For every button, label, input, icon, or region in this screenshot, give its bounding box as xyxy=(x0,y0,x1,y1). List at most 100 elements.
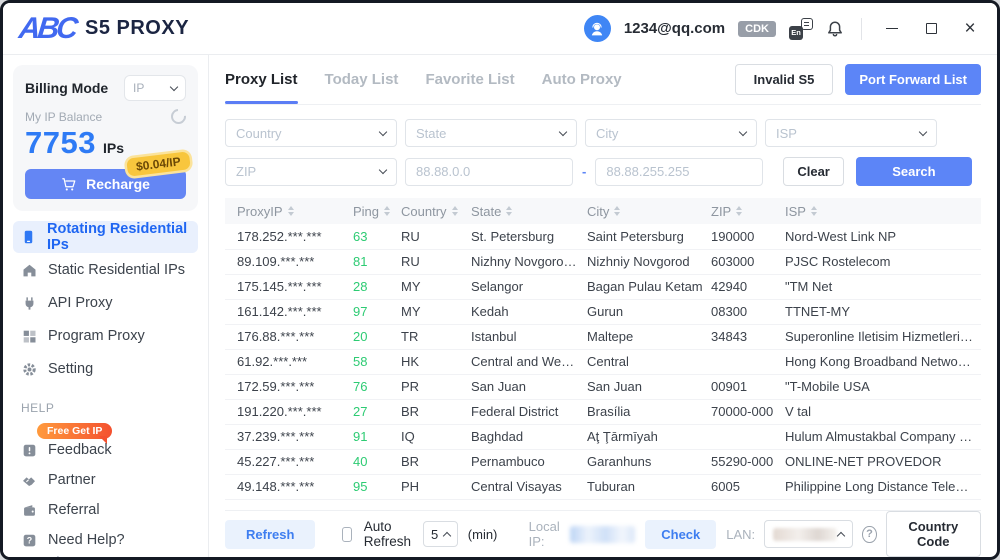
sidebar-item-api-proxy[interactable]: API Proxy xyxy=(13,287,198,319)
cell-ping: 63 xyxy=(353,224,401,249)
country-select[interactable]: Country xyxy=(225,119,397,147)
refresh-button[interactable]: Refresh xyxy=(225,520,315,549)
table-row[interactable]: 45.227.***.***40BRPernambucoGaranhuns552… xyxy=(225,449,981,474)
column-header-isp[interactable]: ISP xyxy=(785,198,981,224)
cell-isp: "TM Net xyxy=(785,274,981,299)
ip-range-separator: - xyxy=(581,164,587,179)
cell-ping: 97 xyxy=(353,299,401,324)
city-select[interactable]: City xyxy=(585,119,757,147)
sidebar-item-rotating-residential-ips[interactable]: Rotating Residential IPs xyxy=(13,221,198,253)
cell-state: St. Petersburg xyxy=(471,224,587,249)
version-link[interactable]: V1.3.9 xyxy=(153,555,189,560)
table-row[interactable]: 61.92.***.***58HKCentral and WesternCent… xyxy=(225,349,981,374)
isp-select[interactable]: ISP xyxy=(765,119,937,147)
cell-state: Selangor xyxy=(471,274,587,299)
cell-ping: 76 xyxy=(353,374,401,399)
help-item-partner[interactable]: Partner xyxy=(13,465,198,495)
zip-select[interactable]: ZIP xyxy=(225,158,397,186)
auto-refresh-checkbox[interactable] xyxy=(342,527,352,542)
cdk-badge[interactable]: CDK xyxy=(738,21,776,37)
billing-mode-select[interactable]: IP xyxy=(124,75,186,101)
tab-auto-proxy[interactable]: Auto Proxy xyxy=(542,55,622,104)
bell-icon[interactable] xyxy=(826,20,844,38)
invalid-s5-button[interactable]: Invalid S5 xyxy=(735,64,834,95)
translate-front-square: En xyxy=(789,26,803,40)
gear-icon xyxy=(21,362,37,377)
cell-zip: 08300 xyxy=(711,299,785,324)
sidebar: Billing Mode IP My IP Balance 7753 IPs $… xyxy=(3,55,209,557)
state-select[interactable]: State xyxy=(405,119,577,147)
cell-ping: 95 xyxy=(353,474,401,499)
username: 1234@qq.com xyxy=(624,20,725,37)
sort-icon xyxy=(811,206,817,216)
column-header-city[interactable]: City xyxy=(587,198,711,224)
avatar[interactable] xyxy=(584,15,611,42)
sidebar-item-static-residential-ips[interactable]: Static Residential IPs xyxy=(13,254,198,286)
clear-button[interactable]: Clear xyxy=(783,157,844,186)
ip-balance-value: 7753 xyxy=(25,125,96,161)
sidebar-item-program-proxy[interactable]: Program Proxy xyxy=(13,320,198,352)
table-row[interactable]: 175.145.***.***28MYSelangorBagan Pulau K… xyxy=(225,274,981,299)
cell-city: Gurun xyxy=(587,299,711,324)
bottom-bar: Refresh Auto Refresh 5 (min) Local IP: C… xyxy=(225,510,981,557)
column-header-state[interactable]: State xyxy=(471,198,587,224)
help-tooltip-icon[interactable]: ? xyxy=(862,526,876,543)
refresh-balance-icon[interactable] xyxy=(168,106,189,127)
table-row[interactable]: 176.88.***.***20TRIstanbulMaltepe34843Su… xyxy=(225,324,981,349)
help-section-label: HELP xyxy=(13,401,198,415)
check-button[interactable]: Check xyxy=(645,520,716,549)
table-row[interactable]: 178.252.***.***63RUSt. PetersburgSaint P… xyxy=(225,224,981,249)
column-header-zip[interactable]: ZIP xyxy=(711,198,785,224)
sidebar-item-label: Program Proxy xyxy=(48,328,145,344)
minimize-button[interactable] xyxy=(879,16,905,42)
search-button[interactable]: Search xyxy=(856,157,972,186)
proxy-table-body: 178.252.***.***63RUSt. PetersburgSaint P… xyxy=(225,224,981,499)
recharge-button[interactable]: Recharge xyxy=(25,169,186,199)
maximize-button[interactable] xyxy=(918,16,944,42)
column-header-country[interactable]: Country xyxy=(401,198,471,224)
column-header-proxyip[interactable]: ProxyIP xyxy=(225,198,353,224)
plug-icon xyxy=(21,296,37,311)
help-item-label: Feedback xyxy=(48,442,112,458)
help-item-need-help[interactable]: ?Need Help? xyxy=(13,525,198,555)
cell-ping: 28 xyxy=(353,274,401,299)
grid-icon xyxy=(21,329,37,344)
table-row[interactable]: 49.148.***.***95PHCentral VisayasTuburan… xyxy=(225,474,981,499)
cell-country: PR xyxy=(401,374,471,399)
interval-stepper[interactable]: 5 xyxy=(423,521,458,547)
cell-zip: 190000 xyxy=(711,224,785,249)
column-label: ZIP xyxy=(711,204,731,219)
table-row[interactable]: 89.109.***.***81RUNizhny Novgorod O...Ni… xyxy=(225,249,981,274)
cell-isp: ONLINE-NET PROVEDOR xyxy=(785,449,981,474)
help-item-feedback[interactable]: Free Get IPFeedback xyxy=(13,435,198,465)
tab-today-list[interactable]: Today List xyxy=(325,55,399,104)
tab-favorite-list[interactable]: Favorite List xyxy=(425,55,514,104)
ip-range-to-input[interactable] xyxy=(595,158,763,186)
partner-icon xyxy=(21,473,37,488)
help-item-referral[interactable]: Referral xyxy=(13,495,198,525)
cell-isp: Nord-West Link NP xyxy=(785,224,981,249)
sidebar-item-setting[interactable]: Setting xyxy=(13,353,198,385)
sort-icon xyxy=(452,206,458,216)
cell-state: Baghdad xyxy=(471,424,587,449)
column-header-ping[interactable]: Ping xyxy=(353,198,401,224)
close-button[interactable]: × xyxy=(957,16,983,42)
cell-city: Saint Petersburg xyxy=(587,224,711,249)
proxy-table-header-row: ProxyIPPingCountryStateCityZIP ISP xyxy=(225,198,981,224)
cell-proxyip: 45.227.***.*** xyxy=(225,449,353,474)
table-row[interactable]: 161.142.***.***97MYKedahGurun08300TTNET-… xyxy=(225,299,981,324)
cell-state: Kedah xyxy=(471,299,587,324)
ip-range-from-input[interactable] xyxy=(405,158,573,186)
translate-icon[interactable]: En xyxy=(789,18,813,40)
cell-city: Brasília xyxy=(587,399,711,424)
cell-zip xyxy=(711,349,785,374)
lan-select[interactable] xyxy=(764,520,853,548)
minimize-icon xyxy=(886,28,898,29)
table-row[interactable]: 37.239.***.***91IQBaghdadAţ ŢārmīyahHulu… xyxy=(225,424,981,449)
table-row[interactable]: 172.59.***.***76PRSan JuanSan Juan00901"… xyxy=(225,374,981,399)
website-link[interactable]: www.abcproxy.com xyxy=(17,555,133,560)
port-forward-list-button[interactable]: Port Forward List xyxy=(845,64,981,95)
tab-proxy-list[interactable]: Proxy List xyxy=(225,55,298,104)
country-code-button[interactable]: Country Code xyxy=(886,511,982,557)
table-row[interactable]: 191.220.***.***27BRFederal DistrictBrasí… xyxy=(225,399,981,424)
